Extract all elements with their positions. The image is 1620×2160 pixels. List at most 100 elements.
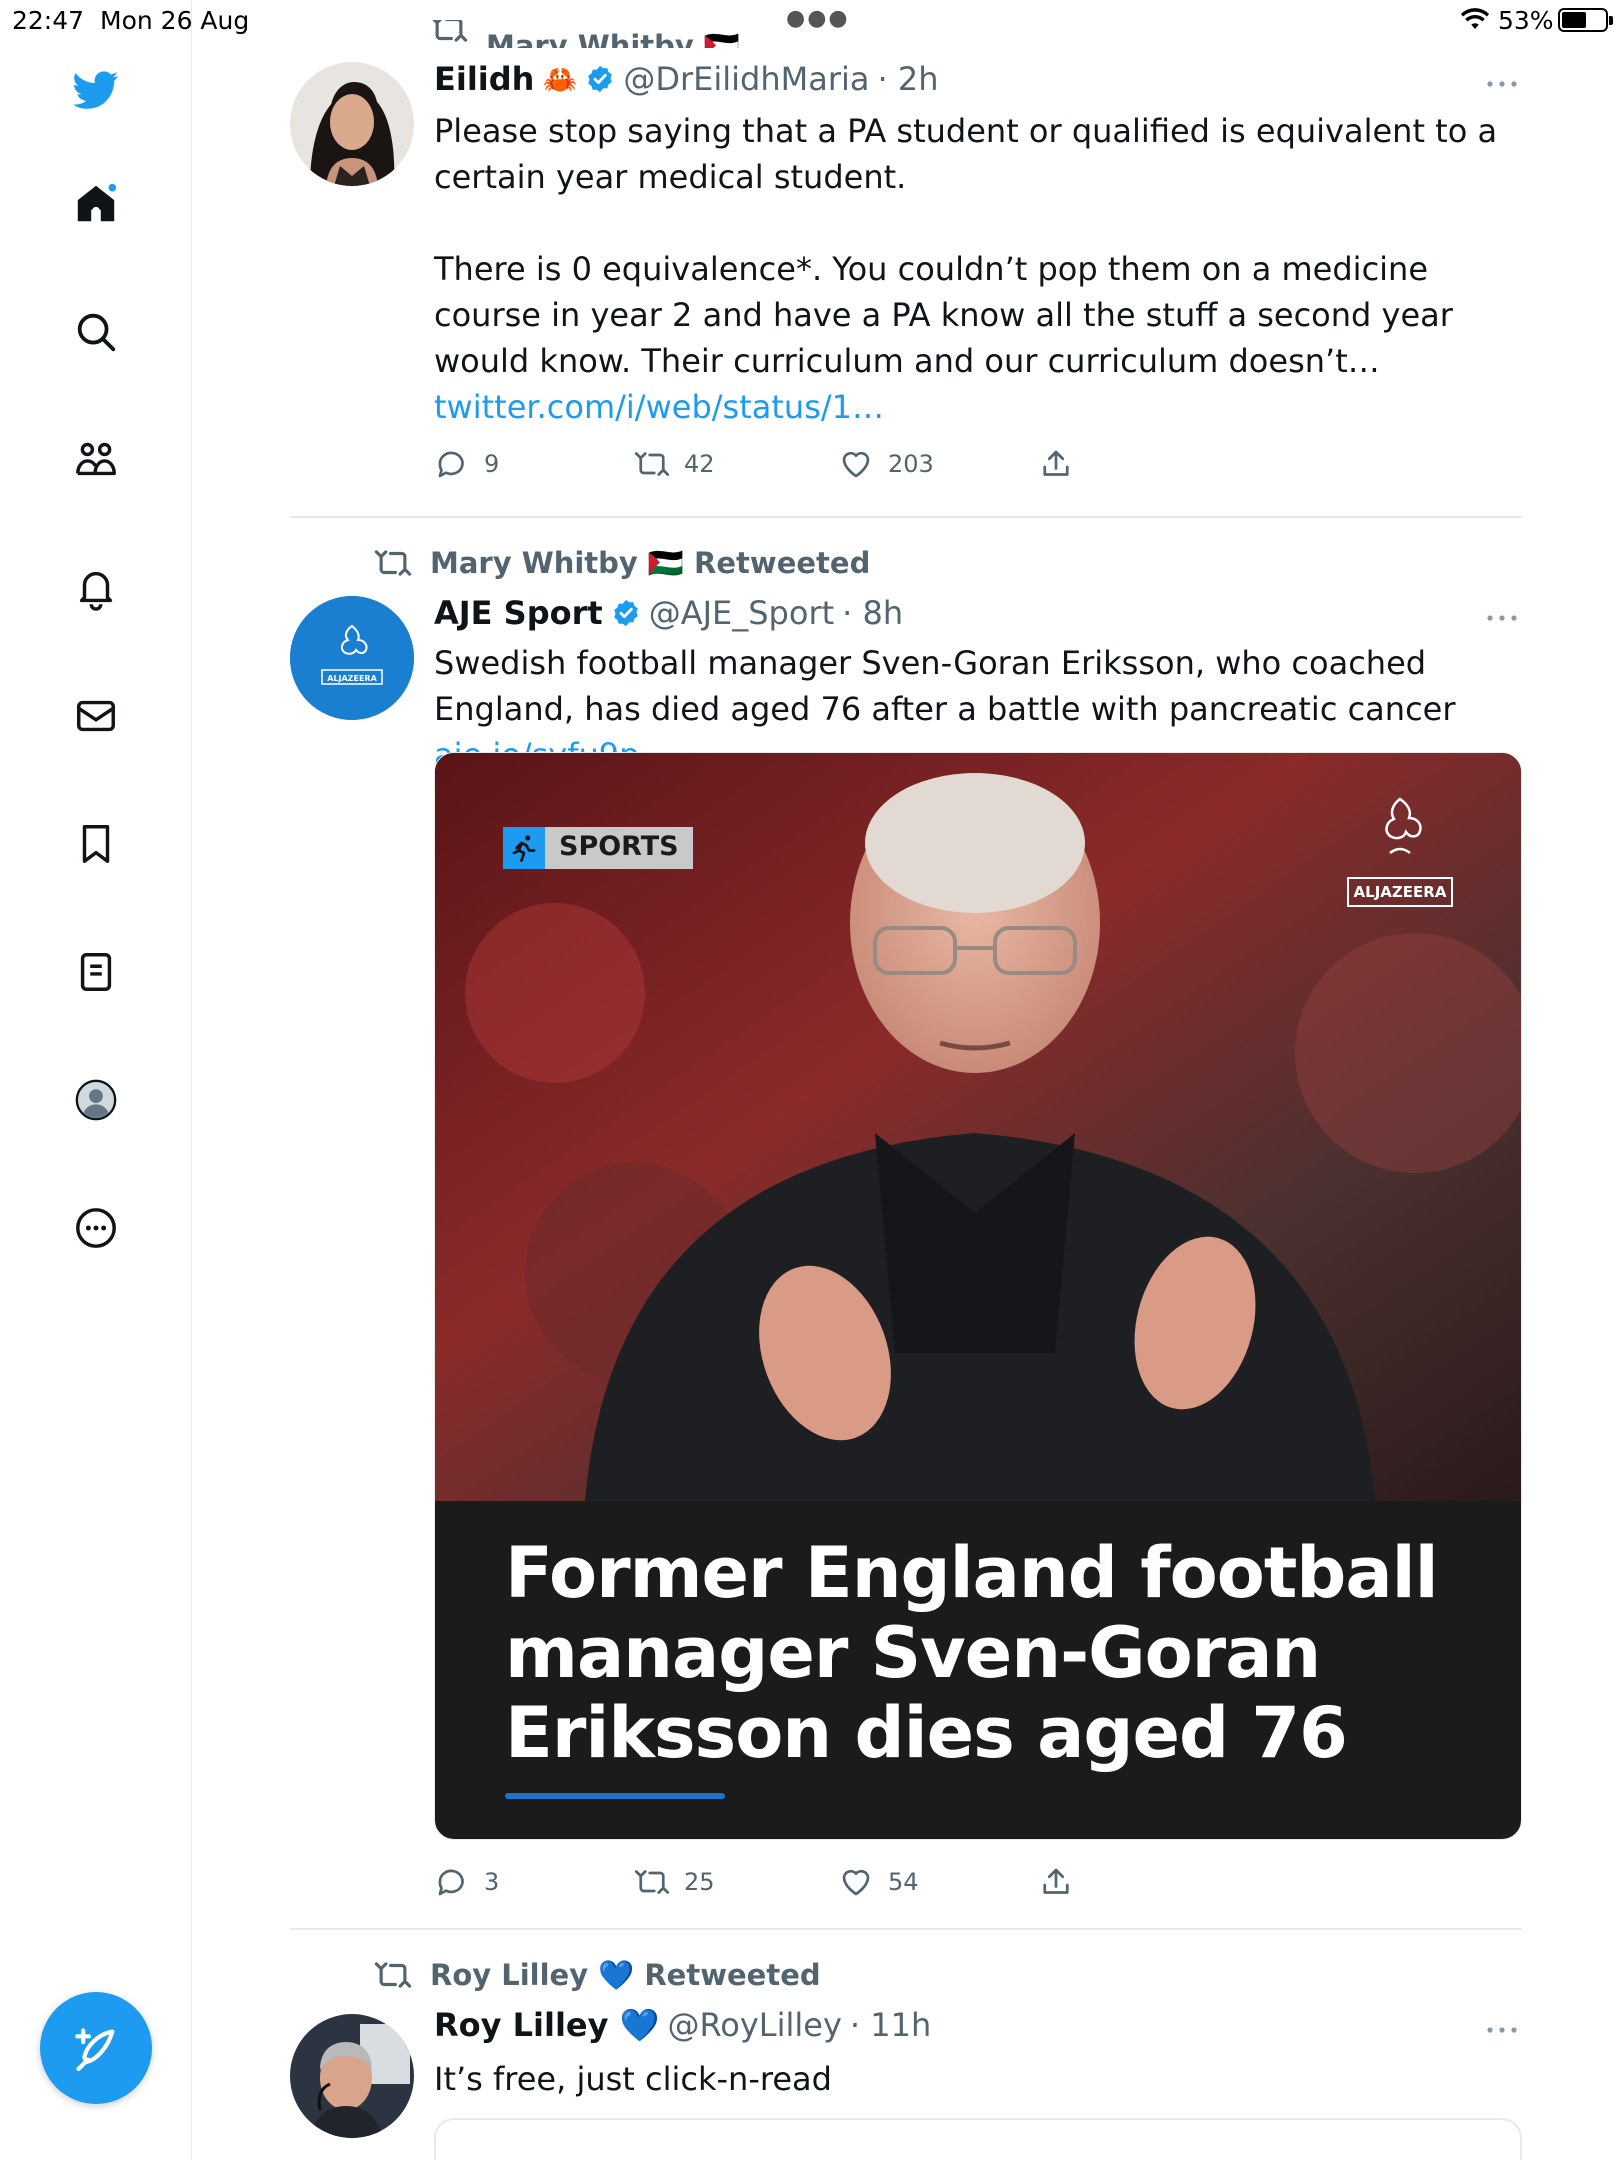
mail-icon: [77, 700, 115, 732]
sports-tag: SPORTS: [503, 827, 693, 869]
author-handle[interactable]: @RoyLilley: [667, 2006, 841, 2044]
bell-icon: [79, 571, 113, 611]
retweet-icon: [634, 1870, 670, 1894]
tweet-time[interactable]: · 11h: [850, 2006, 931, 2044]
share-button[interactable]: [1038, 1864, 1074, 1900]
nav-messages[interactable]: [68, 688, 124, 744]
nav-home[interactable]: [68, 176, 124, 232]
avatar[interactable]: [290, 62, 414, 186]
timeline: Mary Whitby 🇵🇸 Eilidh 🦀 @DrEilidhMaria ·…: [192, 0, 1620, 2160]
retweeted-label: Retweeted: [694, 546, 871, 580]
nav-profile[interactable]: [68, 1072, 124, 1128]
tweet-media-image[interactable]: SPORTS ALJAZEERA Former England football…: [434, 752, 1522, 1840]
tweet-text: It’s free, just click-n-read: [434, 2060, 832, 2098]
retweet-count: 25: [684, 1868, 715, 1896]
avatar-logo-text: ALJAZEERA: [327, 674, 377, 683]
reply-count: 9: [484, 450, 500, 478]
lists-icon: [80, 953, 112, 991]
reply-button[interactable]: 9: [434, 446, 499, 482]
aljazeera-emblem-icon: [1385, 797, 1422, 855]
retweet-header-clipped: Mary Whitby 🇵🇸: [430, 20, 740, 48]
tweet-header: Eilidh 🦀 @DrEilidhMaria · 2h: [434, 60, 938, 98]
tweet-text: Please stop saying that a PA student or …: [434, 108, 1524, 430]
retweet-label-clipped: Mary Whitby 🇵🇸: [486, 29, 741, 48]
nav-search[interactable]: [68, 304, 124, 360]
like-button[interactable]: 203: [838, 446, 934, 482]
nav-lists[interactable]: [68, 944, 124, 1000]
nav-notifications[interactable]: [68, 560, 124, 616]
nav-communities[interactable]: [68, 432, 124, 488]
author-name[interactable]: Eilidh: [434, 60, 534, 98]
like-count: 203: [888, 450, 934, 478]
tweet-header: Roy Lilley 💙 @RoyLilley · 11h: [434, 2006, 931, 2044]
tweet-more-icon[interactable]: [1484, 2020, 1520, 2040]
share-icon: [1043, 1868, 1069, 1894]
compose-tweet-button[interactable]: [40, 1992, 152, 2104]
retweet-icon: [374, 1962, 412, 1988]
retweet-icon: [634, 452, 670, 476]
tweet-text-paragraph-2: There is 0 equivalence*. You couldn’t po…: [434, 250, 1453, 426]
share-icon: [1043, 450, 1069, 476]
reply-button[interactable]: 3: [434, 1864, 499, 1900]
heart-icon: [842, 451, 870, 478]
verified-badge-icon: [613, 599, 638, 627]
quoted-tweet-card[interactable]: [434, 2118, 1522, 2160]
retweet-count: 42: [684, 450, 715, 478]
retweeted-by[interactable]: Mary Whitby 🇵🇸: [430, 546, 684, 581]
running-icon: [503, 827, 545, 869]
tweet-actions: 3 25 54: [434, 1864, 1334, 1904]
tweet-link[interactable]: twitter.com/i/web/status/1…: [434, 388, 884, 426]
retweet-icon: [432, 20, 468, 42]
nav-more[interactable]: [68, 1200, 124, 1256]
compose-feather-icon: [75, 2028, 115, 2072]
media-caption: Former England football manager Sven-Gor…: [505, 1532, 1439, 1774]
tweet-divider: [290, 1928, 1522, 1930]
crab-emoji: 🦀: [542, 62, 578, 96]
tweet-header: AJE Sport @AJE_Sport · 8h: [434, 594, 903, 632]
tweet-text-paragraph-1: Please stop saying that a PA student or …: [434, 112, 1498, 196]
aljazeera-logo-text: ALJAZEERA: [1347, 877, 1453, 907]
aljazeera-logo: ALJAZEERA: [1345, 793, 1455, 913]
tweet-more-icon[interactable]: [1484, 74, 1520, 94]
search-icon: [77, 313, 116, 352]
tweet-actions: 9 42 203: [434, 446, 1334, 486]
tweet-time[interactable]: · 8h: [842, 594, 903, 632]
bookmark-icon: [82, 825, 110, 863]
author-name[interactable]: Roy Lilley 💙: [434, 2006, 659, 2044]
like-button[interactable]: 54: [838, 1864, 919, 1900]
reply-icon: [438, 1869, 464, 1896]
reply-count: 3: [484, 1868, 500, 1896]
caption-accent-bar: [505, 1793, 725, 1799]
home-icon: [77, 183, 117, 222]
retweeted-label: Retweeted: [644, 1958, 821, 1992]
avatar[interactable]: ALJAZEERA: [290, 596, 414, 720]
retweet-icon: [374, 550, 412, 576]
author-name[interactable]: AJE Sport: [434, 594, 603, 632]
heart-icon: [842, 1869, 870, 1896]
more-circle-icon: [76, 1208, 116, 1248]
author-handle[interactable]: @AJE_Sport: [649, 594, 834, 632]
retweet-header: Mary Whitby 🇵🇸 Retweeted: [374, 544, 870, 582]
retweet-button[interactable]: 25: [634, 1864, 715, 1900]
tweet[interactable]: Roy Lilley 💙 @RoyLilley · 11h It’s free,…: [290, 2006, 1522, 2160]
verified-badge-icon: [588, 65, 613, 93]
sidebar: [0, 0, 192, 2160]
tweet[interactable]: Eilidh 🦀 @DrEilidhMaria · 2h Please stop…: [290, 60, 1522, 500]
reply-icon: [438, 451, 464, 478]
retweet-button[interactable]: 42: [634, 446, 715, 482]
avatar[interactable]: [290, 2014, 414, 2138]
like-count: 54: [888, 1868, 919, 1896]
author-handle[interactable]: @DrEilidhMaria: [623, 60, 869, 98]
twitter-logo-icon[interactable]: [68, 62, 124, 118]
tweet-more-icon[interactable]: [1484, 608, 1520, 628]
sports-tag-label: SPORTS: [545, 827, 693, 869]
retweet-header: Roy Lilley 💙 Retweeted: [374, 1956, 821, 1994]
nav-bookmarks[interactable]: [68, 816, 124, 872]
share-button[interactable]: [1038, 446, 1074, 482]
tweet-divider: [290, 516, 1522, 518]
profile-avatar-icon: [75, 1079, 117, 1121]
tweet[interactable]: ALJAZEERA AJE Sport @AJE_Sport · 8h Swed…: [290, 594, 1522, 1934]
communities-icon: [76, 442, 116, 476]
tweet-time[interactable]: · 2h: [877, 60, 938, 98]
retweeted-by[interactable]: Roy Lilley 💙: [430, 1958, 634, 1993]
